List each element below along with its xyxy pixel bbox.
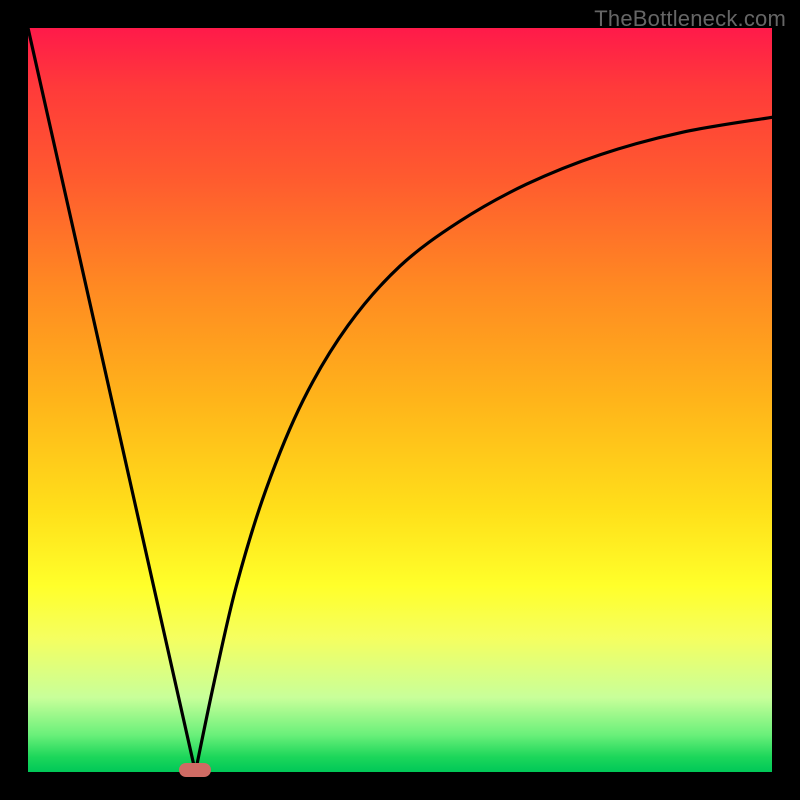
bottleneck-marker [179,763,211,777]
chart-frame: TheBottleneck.com [0,0,800,800]
curve-layer [28,28,772,772]
curve-right-line [195,117,772,772]
branding-watermark: TheBottleneck.com [594,6,786,32]
curve-left-line [28,28,195,772]
